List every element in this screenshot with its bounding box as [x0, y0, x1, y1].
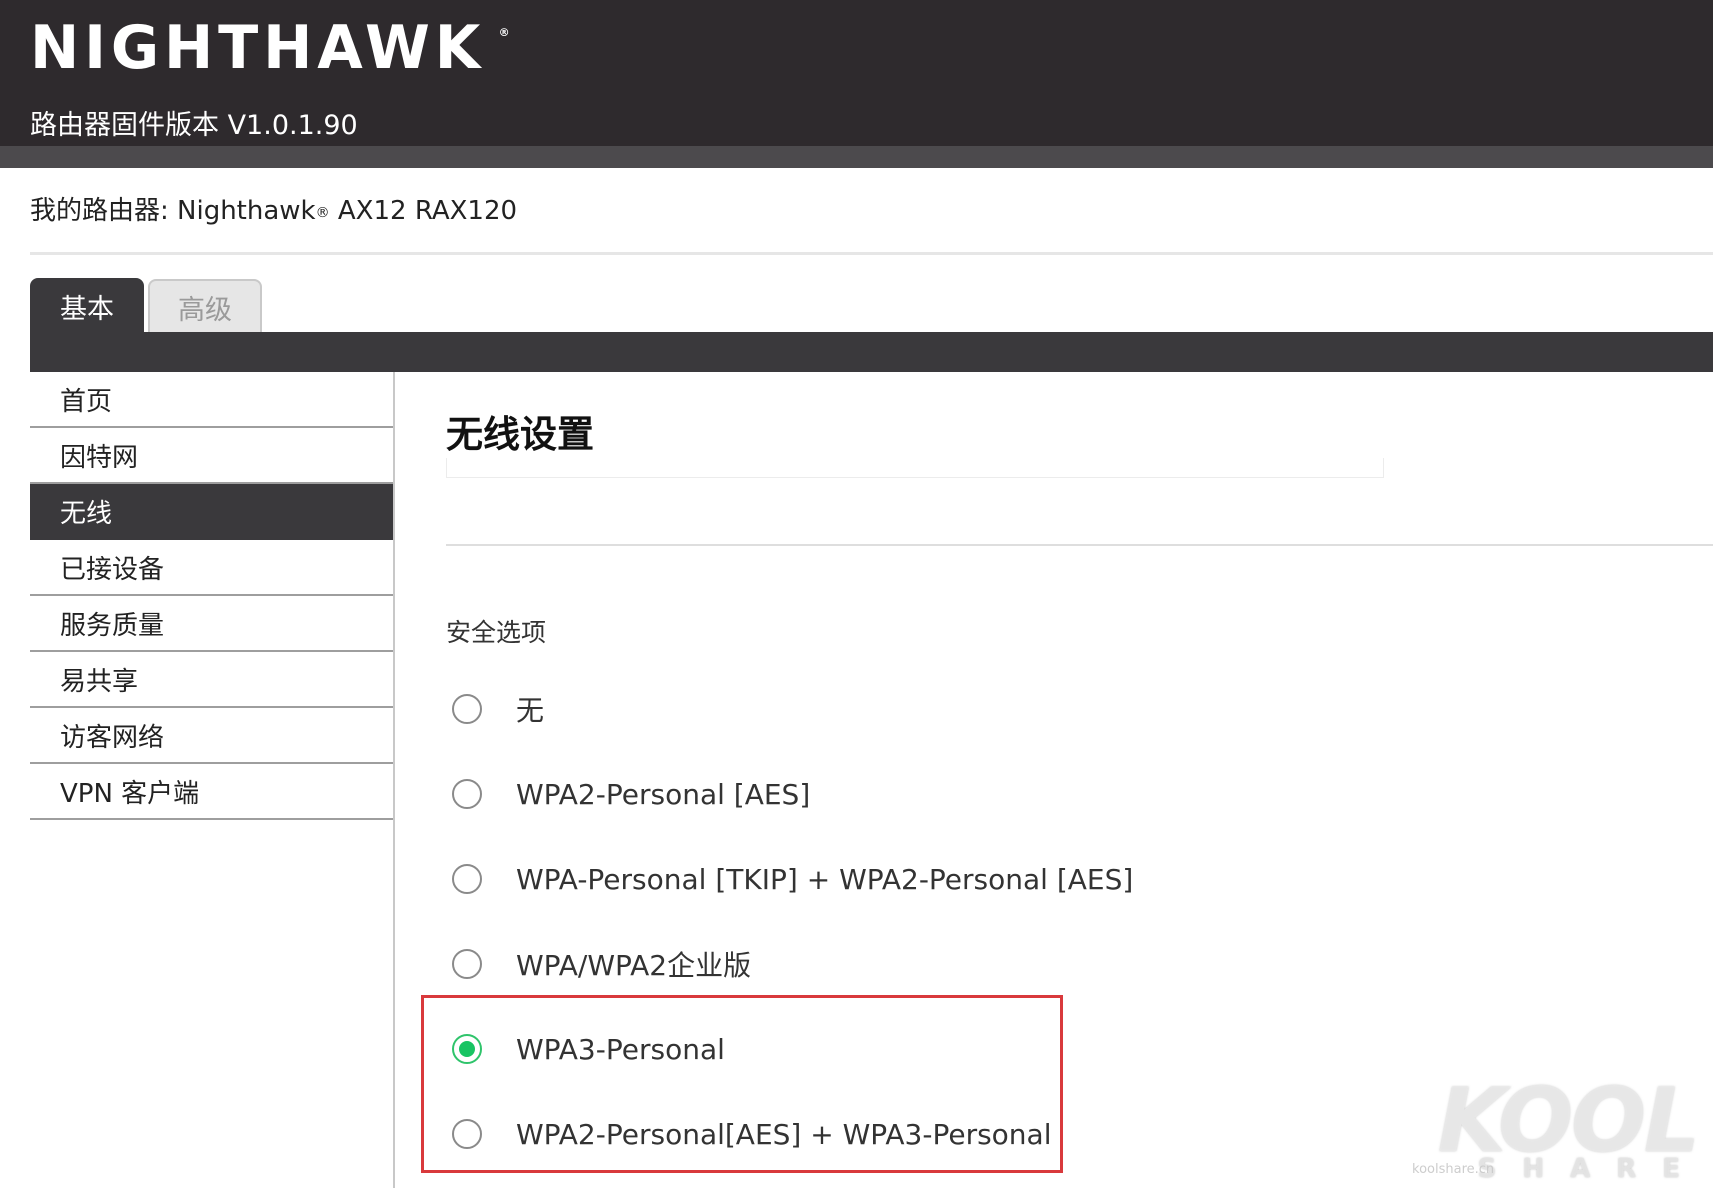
top-header: NIGHTHAWK ® 路由器固件版本 V1.0.1.90: [0, 0, 1713, 146]
page-title: 无线设置: [446, 413, 594, 456]
sidebar-divider: [393, 372, 395, 1188]
sidebar-item-wireless[interactable]: 无线: [30, 484, 394, 540]
title-underline-box: [446, 458, 1384, 478]
radio-button[interactable]: [452, 779, 482, 809]
radio-button[interactable]: [452, 864, 482, 894]
security-option-wpa-wpa2-enterprise[interactable]: WPA/WPA2企业版: [452, 944, 751, 984]
sidebar-item-attached-devices[interactable]: 已接设备: [30, 540, 394, 596]
option-label: WPA/WPA2企业版: [516, 949, 752, 982]
sidebar-item-guest-network[interactable]: 访客网络: [30, 708, 394, 764]
tab-advanced[interactable]: 高级: [148, 279, 262, 334]
highlight-annotation-box: [421, 995, 1063, 1173]
sidebar-nav: 首页 因特网 无线 已接设备 服务质量 易共享 访客网络 VPN 客户端: [30, 372, 394, 820]
tab-bar: [30, 332, 1713, 372]
top-divider: [30, 252, 1713, 255]
sidebar-item-internet[interactable]: 因特网: [30, 428, 394, 484]
router-label: 我的路由器: Nighthawk: [30, 196, 316, 226]
option-label: 无: [516, 694, 545, 727]
sidebar-item-readyshare[interactable]: 易共享: [30, 652, 394, 708]
security-options-label: 安全选项: [446, 618, 547, 647]
security-option-none[interactable]: 无: [452, 689, 544, 729]
watermark-site: koolshare.cn: [1412, 1162, 1495, 1177]
radio-button[interactable]: [452, 694, 482, 724]
logo-text: NIGHTHAWK: [30, 13, 486, 83]
nighthawk-logo: NIGHTHAWK ®: [30, 18, 510, 78]
security-option-wpa2-personal[interactable]: WPA2-Personal [AES]: [452, 774, 810, 814]
firmware-version: 路由器固件版本 V1.0.1.90: [30, 110, 358, 141]
router-registered-mark: ®: [315, 205, 330, 221]
watermark-sub: SHARE: [1477, 1154, 1706, 1184]
koolshare-watermark: KOOL SHARE koolshare.cn: [1412, 1076, 1712, 1188]
option-label: WPA-Personal [TKIP] + WPA2-Personal [AES…: [516, 862, 1134, 896]
sidebar-item-vpn-client[interactable]: VPN 客户端: [30, 764, 394, 820]
router-model: AX12 RAX120: [329, 196, 518, 226]
security-option-wpa-wpa2-personal[interactable]: WPA-Personal [TKIP] + WPA2-Personal [AES…: [452, 859, 1133, 899]
router-name: 我的路由器: Nighthawk® AX12 RAX120: [30, 193, 517, 229]
header-strip: [0, 146, 1713, 168]
main-divider: [446, 544, 1713, 546]
watermark-brand: KOOL: [1437, 1069, 1700, 1172]
radio-button[interactable]: [452, 949, 482, 979]
option-label: WPA2-Personal [AES]: [516, 777, 811, 811]
sidebar-item-home[interactable]: 首页: [30, 372, 394, 428]
tab-basic[interactable]: 基本: [30, 278, 144, 334]
sidebar-item-qos[interactable]: 服务质量: [30, 596, 394, 652]
logo-registered-mark: ®: [498, 26, 510, 39]
